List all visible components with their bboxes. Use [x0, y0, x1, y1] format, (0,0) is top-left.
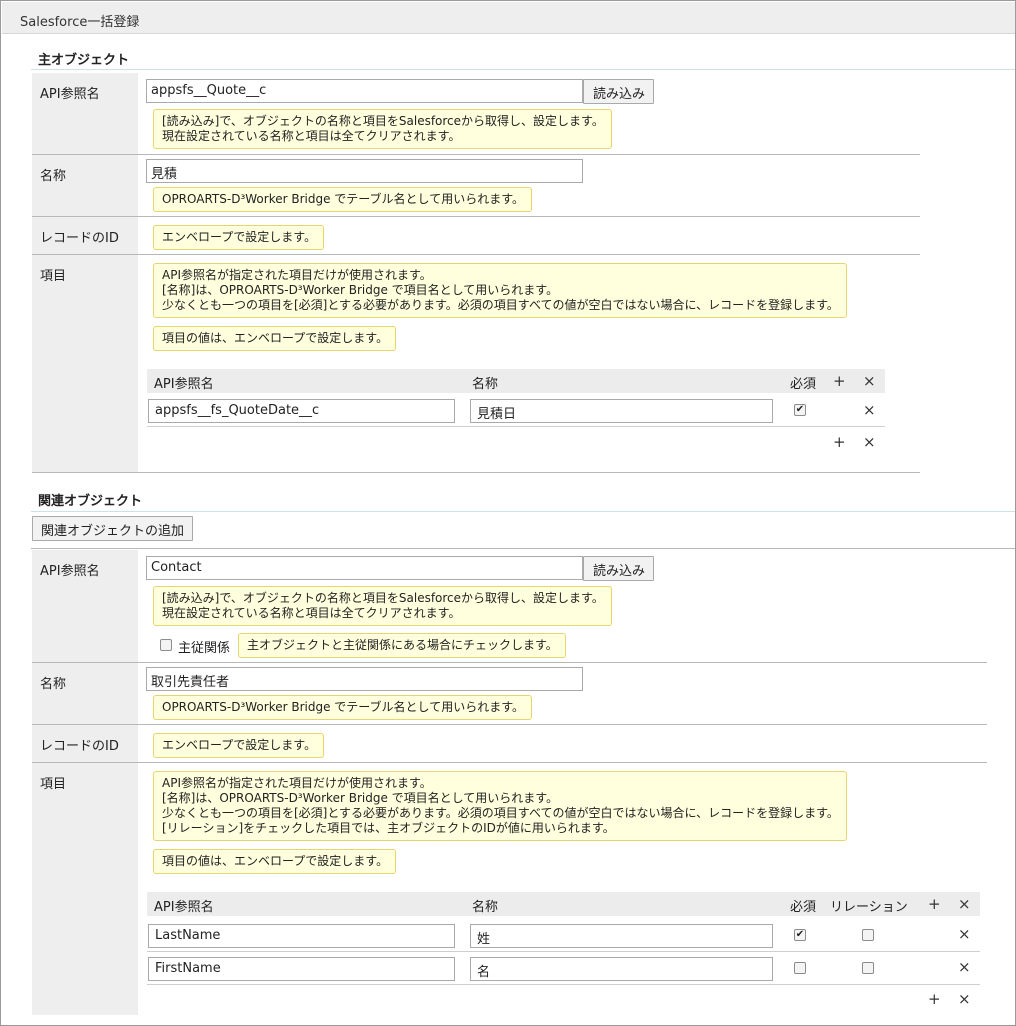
main-api-label: API参照名	[32, 73, 138, 154]
related-field-1-name-input[interactable]: 姓	[470, 924, 773, 948]
main-field-required-checkbox[interactable]: ✔	[794, 404, 806, 416]
related-field-values-note: 項目の値は、エンベロープで設定します。	[153, 849, 397, 874]
related-field-2-remove-icon[interactable]: ×	[958, 960, 971, 975]
main-fields-note: API参照名が指定された項目だけが使用されます。 [名称]は、OPROARTS-…	[153, 263, 847, 318]
master-detail-note: 主オブジェクトと主従関係にある場合にチェックします。	[238, 633, 566, 658]
related-field-1-relation-checkbox[interactable]	[862, 929, 874, 941]
related-api-label: API参照名	[32, 550, 138, 662]
related-field-2-relation-checkbox[interactable]	[862, 962, 874, 974]
main-api-input[interactable]: appsfs__Quote__c	[146, 79, 583, 103]
main-fields-table-header	[147, 369, 885, 393]
related-table-divider-1	[147, 951, 980, 952]
related-top-divider	[31, 548, 1015, 549]
related-col-api: API参照名	[154, 900, 214, 915]
related-add-column-icon[interactable]: +	[928, 897, 941, 912]
main-name-label: 名称	[32, 155, 138, 216]
main-name-note: OPROARTS-D³Worker Bridge でテーブル名として用いられます…	[153, 187, 532, 212]
related-table-divider-2	[147, 984, 980, 985]
main-object-heading: 主オブジェクト	[38, 53, 130, 68]
related-fields-label: 項目	[32, 763, 138, 1015]
master-detail-checkbox[interactable]	[160, 639, 172, 651]
main-field-values-note: 項目の値は、エンベロープで設定します。	[153, 326, 397, 351]
related-add-row-icon[interactable]: +	[928, 992, 941, 1007]
related-col-relation: リレーション	[830, 900, 908, 915]
related-load-note: [読み込み]で、オブジェクトの名称と項目をSalesforceから取得し、設定し…	[153, 586, 612, 626]
main-object-divider	[31, 69, 1015, 70]
main-field-name-input[interactable]: 見積日	[470, 399, 773, 423]
main-record-id-label: レコードのID	[32, 217, 138, 254]
related-fields-note: API参照名が指定された項目だけが使用されます。 [名称]は、OPROARTS-…	[153, 771, 847, 841]
app-frame: Salesforce一括登録 主オブジェクト API参照名 appsfs__Qu…	[0, 0, 1016, 1026]
main-add-column-icon[interactable]: +	[833, 374, 846, 389]
related-name-note: OPROARTS-D³Worker Bridge でテーブル名として用いられます…	[153, 695, 532, 720]
window-title: Salesforce一括登録	[2, 2, 1015, 34]
main-table-divider	[147, 426, 885, 427]
main-load-note: [読み込み]で、オブジェクトの名称と項目をSalesforceから取得し、設定し…	[153, 109, 612, 149]
related-name-label: 名称	[32, 663, 138, 724]
related-field-1-required-checkbox[interactable]: ✔	[794, 929, 806, 941]
main-remove-all-icon[interactable]: ×	[863, 435, 876, 450]
related-object-heading: 関連オブジェクト	[38, 494, 143, 509]
related-load-button[interactable]: 読み込み	[583, 556, 655, 581]
related-remove-column-icon[interactable]: ×	[958, 897, 971, 912]
related-record-id-label: レコードのID	[32, 725, 138, 762]
related-record-id-note: エンベロープで設定します。	[153, 733, 325, 758]
related-field-1-remove-icon[interactable]: ×	[958, 927, 971, 942]
master-detail-label: 主従関係	[178, 641, 231, 656]
main-col-api: API参照名	[154, 377, 214, 392]
related-remove-all-icon[interactable]: ×	[958, 992, 971, 1007]
main-field-remove-icon[interactable]: ×	[863, 403, 876, 418]
main-col-required: 必須	[790, 377, 817, 392]
main-fields-label: 項目	[32, 255, 138, 472]
related-field-2-api-input[interactable]: FirstName	[148, 957, 455, 981]
main-record-id-note: エンベロープで設定します。	[153, 225, 325, 250]
related-api-input[interactable]: Contact	[146, 556, 583, 580]
main-field-api-input[interactable]: appsfs__fs_QuoteDate__c	[148, 399, 455, 423]
main-name-input[interactable]: 見積	[146, 159, 583, 183]
main-col-name: 名称	[472, 377, 499, 392]
related-field-2-name-input[interactable]: 名	[470, 957, 773, 981]
related-object-divider	[31, 511, 1015, 512]
related-field-2-required-checkbox[interactable]	[794, 962, 806, 974]
main-load-button[interactable]: 読み込み	[583, 79, 655, 104]
main-add-row-icon[interactable]: +	[833, 435, 846, 450]
main-remove-column-icon[interactable]: ×	[863, 374, 876, 389]
add-related-object-button[interactable]: 関連オブジェクトの追加	[32, 516, 194, 541]
related-name-input[interactable]: 取引先責任者	[146, 667, 583, 691]
related-col-required: 必須	[790, 900, 817, 915]
related-field-1-api-input[interactable]: LastName	[148, 924, 455, 948]
related-col-name: 名称	[472, 900, 499, 915]
